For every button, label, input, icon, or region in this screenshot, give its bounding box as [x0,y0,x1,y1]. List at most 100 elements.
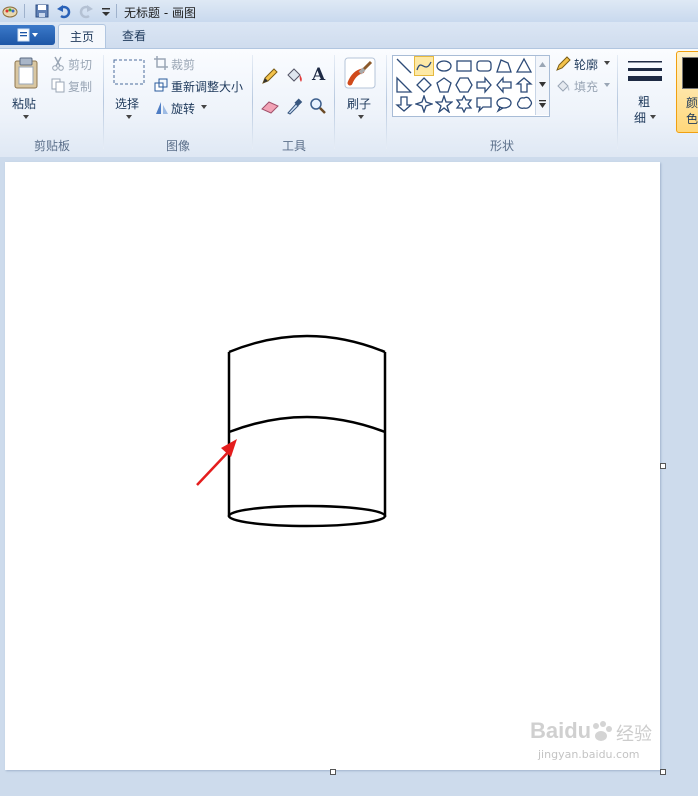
outline-label: 轮廓 [574,58,599,72]
chevron-down-icon [604,61,610,65]
paint-bucket-icon [287,68,302,82]
shapes-gallery [392,55,550,117]
group-divider [252,55,253,149]
image-group-label: 图像 [165,139,190,153]
watermark-brand: Baidu [530,718,592,743]
group-divider [617,55,618,149]
divider [24,4,25,18]
chevron-down-icon [604,83,610,87]
fill-button[interactable]: 填充 [554,77,614,95]
crop-button[interactable]: 裁剪 [153,55,203,73]
copy-label: 复制 [68,80,93,94]
color1-button[interactable]: 颜 色 [676,51,698,133]
drawing-canvas[interactable] [5,162,660,770]
eyedropper-icon [287,98,303,115]
canvas-resize-handle-corner[interactable] [660,769,666,775]
pentagon-shape-icon[interactable] [435,76,453,94]
left-arrow-shape-icon[interactable] [495,76,513,94]
cylinder-middle-arc [228,415,386,434]
clipboard-group-label: 剪贴板 [33,139,70,153]
diamond-shape-icon[interactable] [415,76,433,94]
down-arrow-shape-icon[interactable] [395,95,413,113]
size-button[interactable]: 粗 细 [622,53,668,133]
five-point-star-shape-icon[interactable] [435,95,453,113]
cloud-callout-shape-icon[interactable] [515,95,533,113]
pencil-icon [262,68,278,84]
canvas-resize-handle-bottom[interactable] [330,769,336,775]
paw-icon [593,721,612,741]
hexagon-shape-icon[interactable] [455,76,473,94]
cut-label: 剪切 [68,58,93,72]
color-picker-tool[interactable] [283,95,305,117]
polygon-shape-icon[interactable] [495,57,513,75]
select-label: 选择 [115,97,140,111]
scissors-icon [52,56,64,71]
crop-icon [154,56,168,70]
fill-bucket-icon [557,80,570,92]
paint-app-icon[interactable] [2,3,18,19]
triangle-shape-icon[interactable] [515,57,533,75]
brush-icon [344,57,376,89]
shapes-group-label: 形状 [489,139,514,153]
curve-shape-icon[interactable] [414,56,434,76]
rectangle-shape-icon[interactable] [455,57,473,75]
paste-icon [14,57,38,89]
resize-icon [154,78,168,92]
up-arrow-shape-icon[interactable] [515,76,533,94]
oval-callout-shape-icon[interactable] [495,95,513,113]
six-point-star-shape-icon[interactable] [455,95,473,113]
undo-icon[interactable] [56,3,72,19]
magnifier-icon [310,98,326,114]
rotate-button[interactable]: 旋转 [153,99,213,117]
size-label-line1: 粗 [638,95,651,109]
four-point-star-shape-icon[interactable] [415,95,433,113]
group-divider [386,55,387,149]
selection-rectangle-icon [113,59,145,85]
paint-menu-button[interactable] [0,25,55,45]
rotate-label: 旋转 [171,102,196,116]
size-label-line2: 细 [634,111,647,125]
brushes-label: 刷子 [347,97,372,111]
red-pointer-arrow [196,448,232,486]
redo-icon[interactable] [78,3,94,19]
eraser-tool[interactable] [259,95,281,117]
brushes-button[interactable]: 刷子 [340,53,382,133]
shapes-scrollbar[interactable] [535,56,549,115]
magnifier-tool[interactable] [307,95,329,117]
customize-toolbar-dropdown-icon[interactable] [98,3,114,19]
scroll-up-icon[interactable] [539,62,546,67]
canvas-resize-handle-right[interactable] [660,463,666,469]
chevron-down-icon [126,115,132,119]
watermark-url: jingyan.baidu.com [538,748,640,761]
cylinder-bottom-ellipse [227,504,387,528]
paste-button[interactable]: 粘贴 [6,53,46,133]
right-arrow-shape-icon[interactable] [475,76,493,94]
fill-label: 填充 [574,80,599,94]
chevron-down-icon [358,115,364,119]
expand-gallery-icon[interactable] [539,100,546,108]
select-button[interactable]: 选择 [110,53,148,133]
outline-button[interactable]: 轮廓 [554,55,614,73]
oval-shape-icon[interactable] [435,57,453,75]
group-divider [334,55,335,149]
fill-tool[interactable] [283,65,305,87]
scroll-down-icon[interactable] [539,82,546,87]
tab-home[interactable]: 主页 [58,24,106,50]
ribbon-tab-row: 主页 查看 [0,22,698,50]
save-icon[interactable] [34,3,50,19]
window-title: 无标题 - 画图 [124,6,196,20]
cut-button[interactable]: 剪切 [50,55,102,73]
color1-swatch [682,57,698,89]
resize-button[interactable]: 重新调整大小 [153,77,248,95]
group-divider [103,55,104,149]
cylinder-top-arc [228,334,386,354]
tools-group-label: 工具 [281,139,306,153]
text-tool[interactable]: A [307,65,329,87]
line-shape-icon[interactable] [395,57,413,75]
pencil-tool[interactable] [259,65,281,87]
rounded-rectangle-shape-icon[interactable] [475,57,493,75]
copy-button[interactable]: 复制 [50,77,102,95]
tab-view[interactable]: 查看 [110,24,158,49]
rectangular-callout-shape-icon[interactable] [475,95,493,113]
right-triangle-shape-icon[interactable] [395,76,413,94]
